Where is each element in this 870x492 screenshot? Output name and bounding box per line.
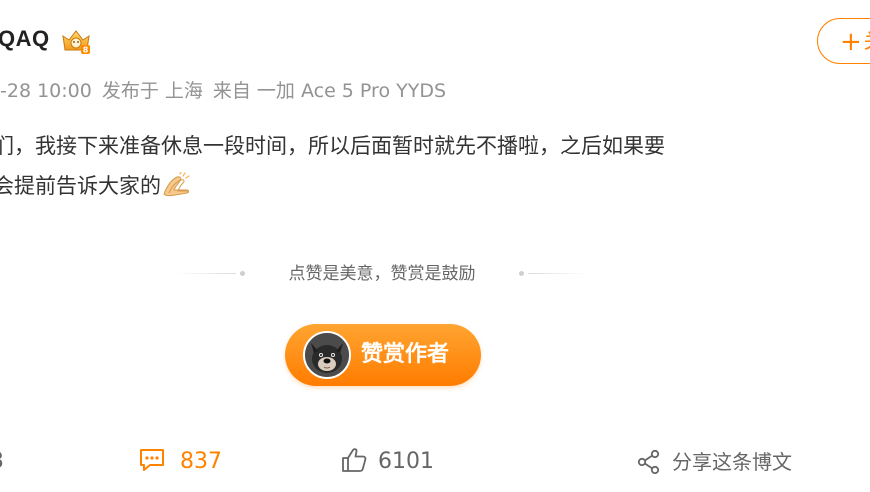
divider-right-dot: [519, 271, 524, 276]
like-count: 6101: [378, 449, 434, 474]
share-icon: [637, 449, 660, 474]
post-text-line-2: 会提前告诉大家的: [0, 166, 870, 206]
post-text-line-2-text: 会提前告诉大家的: [0, 174, 161, 198]
post-meta: -28 10:00 发布于 上海 来自 一加 Ace 5 Pro YYDS: [0, 76, 446, 103]
post-source: 来自 一加 Ace 5 Pro YYDS: [212, 80, 447, 102]
follow-label: 关注: [864, 29, 870, 53]
weibo-post-card: QAQ 8 +关注 -28 10:00 发布于 上海来自 一加 Ace 5 Pro…: [0, 0, 870, 492]
repost-button[interactable]: 3: [0, 440, 4, 484]
post-body: 们，我接下来准备休息一段时间，所以后面暂时就先不播啦，之后如果要 会提前告诉大家…: [0, 126, 870, 206]
reward-slogan: 点赞是美意，赞赏是鼓励: [288, 264, 476, 284]
divider-right-line: [528, 273, 588, 274]
plus-icon: +: [840, 27, 862, 57]
like-button[interactable]: 6101: [340, 440, 434, 484]
share-label: 分享这条博文: [672, 450, 792, 474]
vip-badge-icon: 8: [62, 30, 90, 55]
author-avatar: [303, 331, 351, 379]
pressed-hands-emoji-icon: [163, 172, 190, 197]
comment-icon: [140, 449, 164, 471]
reward-author-button[interactable]: 赞赏作者: [285, 324, 481, 386]
comment-button[interactable]: 837: [138, 440, 222, 484]
reward-slogan-row: 点赞是美意，赞赏是鼓励: [176, 262, 588, 286]
share-button[interactable]: 分享这条博文: [636, 440, 792, 484]
comment-count: 837: [180, 449, 222, 474]
post-location: 发布于 上海: [101, 80, 203, 102]
thumbs-up-icon: [342, 448, 367, 472]
follow-button[interactable]: +关注: [817, 18, 870, 64]
dog-avatar-icon: [305, 333, 349, 377]
post-text-line-1: 们，我接下来准备休息一段时间，所以后面暂时就先不播啦，之后如果要: [0, 134, 665, 158]
username[interactable]: QAQ: [0, 26, 50, 52]
post-action-bar: 3 837 6101 分享这条博文: [0, 440, 870, 484]
svg-text:8: 8: [83, 46, 89, 55]
repost-count: 3: [0, 449, 4, 474]
reward-button-label: 赞赏作者: [361, 342, 450, 367]
post-datetime[interactable]: -28 10:00: [0, 80, 92, 102]
